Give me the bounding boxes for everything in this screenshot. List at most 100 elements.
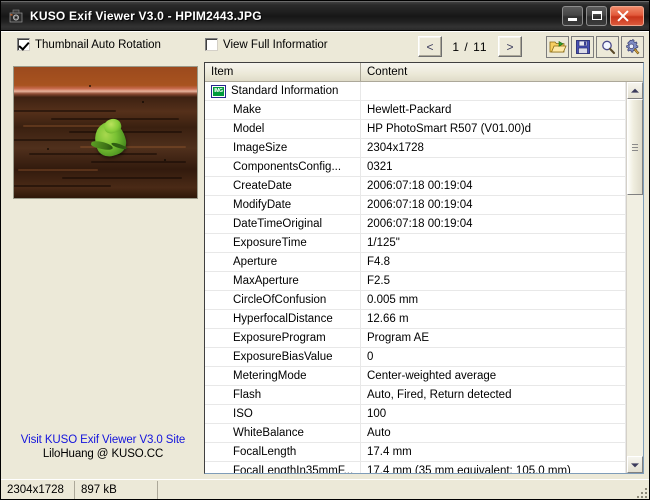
table-row[interactable]: WhiteBalance Auto [205, 424, 626, 443]
exif-item-label: FocalLengthIn35mmF... [233, 465, 354, 473]
thumbnail-auto-rotation-checkbox[interactable]: Thumbnail Auto Rotation [17, 38, 161, 51]
exif-item-value: 2006:07:18 00:19:04 [361, 196, 626, 214]
exif-item-value: 0 [361, 348, 626, 366]
table-row[interactable]: DateTimeOriginal 2006:07:18 00:19:04 [205, 215, 626, 234]
table-row[interactable]: FocalLength 17.4 mm [205, 443, 626, 462]
client-area: Thumbnail Auto Rotation View Full Inform… [1, 31, 649, 499]
exif-item-value: 1/125" [361, 234, 626, 252]
exif-item-label: MaxAperture [233, 275, 299, 287]
exif-item-value: Program AE [361, 329, 626, 347]
table-row[interactable]: Aperture F4.8 [205, 253, 626, 272]
maximize-button[interactable] [586, 5, 607, 26]
exif-item-label: ExposureBiasValue [233, 351, 333, 363]
exif-item-name: Model [205, 120, 361, 138]
exif-item-name: Flash [205, 386, 361, 404]
scrollbar-thumb[interactable] [627, 99, 643, 195]
exif-item-name: ModifyDate [205, 196, 361, 214]
view-full-information-checkbox[interactable]: View Full Informatior [205, 38, 337, 51]
exif-item-label: DateTimeOriginal [233, 218, 323, 230]
exif-item-label: ImageSize [233, 142, 288, 154]
exif-item-name: HyperfocalDistance [205, 310, 361, 328]
save-button[interactable] [571, 36, 594, 58]
exif-item-name: CircleOfConfusion [205, 291, 361, 309]
exif-item-label: ExposureProgram [233, 332, 326, 344]
checkbox-box-unchecked[interactable] [205, 38, 218, 51]
exif-item-value: F2.5 [361, 272, 626, 290]
exif-item-value: 17.4 mm [361, 443, 626, 461]
table-row[interactable]: Flash Auto, Fired, Return detected [205, 386, 626, 405]
status-dimensions: 2304x1728 [1, 480, 75, 499]
exif-item-name: ComponentsConfig... [205, 158, 361, 176]
close-button[interactable] [610, 5, 644, 26]
exif-item-value: 0321 [361, 158, 626, 176]
scroll-up-button[interactable] [627, 82, 643, 99]
exif-item-label: ComponentsConfig... [233, 161, 342, 173]
column-header-content[interactable]: Content [361, 63, 643, 81]
window-controls [562, 5, 644, 26]
app-icon[interactable] [7, 7, 25, 25]
table-row[interactable]: Model HP PhotoSmart R507 (V01.00)d [205, 120, 626, 139]
table-row[interactable]: Standard Information [205, 82, 626, 101]
table-row[interactable]: FocalLengthIn35mmF... 17.4 mm (35 mm equi… [205, 462, 626, 473]
open-folder-icon [549, 40, 567, 53]
table-row[interactable]: ExposureProgram Program AE [205, 329, 626, 348]
exif-item-name: MeteringMode [205, 367, 361, 385]
exif-item-label: WhiteBalance [233, 427, 304, 439]
magnifier-icon [601, 40, 615, 55]
exif-item-value: 2006:07:18 00:19:04 [361, 177, 626, 195]
window-title: KUSO Exif Viewer V3.0 - HPIM2443.JPG [30, 8, 262, 23]
exif-item-value: 12.66 m [361, 310, 626, 328]
exif-item-label: CreateDate [233, 180, 292, 192]
settings-button[interactable] [621, 36, 644, 58]
exif-item-name: ExposureTime [205, 234, 361, 252]
table-row[interactable]: ModifyDate 2006:07:18 00:19:04 [205, 196, 626, 215]
author-credit: LiloHuang @ KUSO.CC [42, 448, 164, 460]
toolbar-buttons [546, 36, 644, 58]
view-magnifier-button[interactable] [596, 36, 619, 58]
table-row[interactable]: ComponentsConfig... 0321 [205, 158, 626, 177]
table-row[interactable]: CreateDate 2006:07:18 00:19:04 [205, 177, 626, 196]
page-navigation: < 1 / 11 > [418, 36, 522, 57]
open-folder-button[interactable] [546, 36, 569, 58]
exif-item-label: HyperfocalDistance [233, 313, 333, 325]
table-row[interactable]: MaxAperture F2.5 [205, 272, 626, 291]
exif-item-value: 0.005 mm [361, 291, 626, 309]
exif-item-value: HP PhotoSmart R507 (V01.00)d [361, 120, 626, 138]
minimize-button[interactable] [562, 5, 583, 26]
table-row[interactable]: Make Hewlett-Packard [205, 101, 626, 120]
table-row[interactable]: ExposureTime 1/125" [205, 234, 626, 253]
exif-item-label: ExposureTime [233, 237, 307, 249]
previous-image-button[interactable]: < [418, 36, 442, 57]
exif-item-name: ImageSize [205, 139, 361, 157]
resize-grip[interactable] [635, 486, 647, 498]
exif-item-name: FocalLengthIn35mmF... [205, 462, 361, 473]
exif-item-value: 2304x1728 [361, 139, 626, 157]
exif-item-label: MeteringMode [233, 370, 307, 382]
page-counter: 1 / 11 [452, 39, 488, 54]
table-row[interactable]: HyperfocalDistance 12.66 m [205, 310, 626, 329]
exif-item-name: ExposureProgram [205, 329, 361, 347]
scrollbar-track[interactable] [627, 99, 643, 456]
next-image-button[interactable]: > [498, 36, 522, 57]
list-viewport: Standard InformationMakeHewlett-PackardM… [205, 82, 643, 473]
thumbnail-image[interactable] [13, 66, 198, 199]
exif-item-label: Aperture [233, 256, 278, 268]
kuso-site-link[interactable]: Visit KUSO Exif Viewer V3.0 Site [7, 434, 199, 446]
photo-content [14, 67, 197, 198]
list-rows[interactable]: Standard InformationMakeHewlett-PackardM… [205, 82, 626, 473]
checkbox-box-checked[interactable] [17, 38, 30, 51]
exif-item-value [361, 82, 626, 100]
table-row[interactable]: ISO 100 [205, 405, 626, 424]
table-row[interactable]: CircleOfConfusion 0.005 mm [205, 291, 626, 310]
column-header-item[interactable]: Item [205, 63, 361, 81]
exif-item-label: Make [233, 104, 262, 116]
table-row[interactable]: ImageSize 2304x1728 [205, 139, 626, 158]
scroll-down-button[interactable] [627, 456, 643, 473]
exif-item-label: ISO [233, 408, 253, 420]
exif-item-name: DateTimeOriginal [205, 215, 361, 233]
vertical-scrollbar[interactable] [626, 82, 643, 473]
title-bar[interactable]: KUSO Exif Viewer V3.0 - HPIM2443.JPG [1, 1, 649, 31]
exif-item-name: ExposureBiasValue [205, 348, 361, 366]
table-row[interactable]: ExposureBiasValue 0 [205, 348, 626, 367]
table-row[interactable]: MeteringMode Center-weighted average [205, 367, 626, 386]
